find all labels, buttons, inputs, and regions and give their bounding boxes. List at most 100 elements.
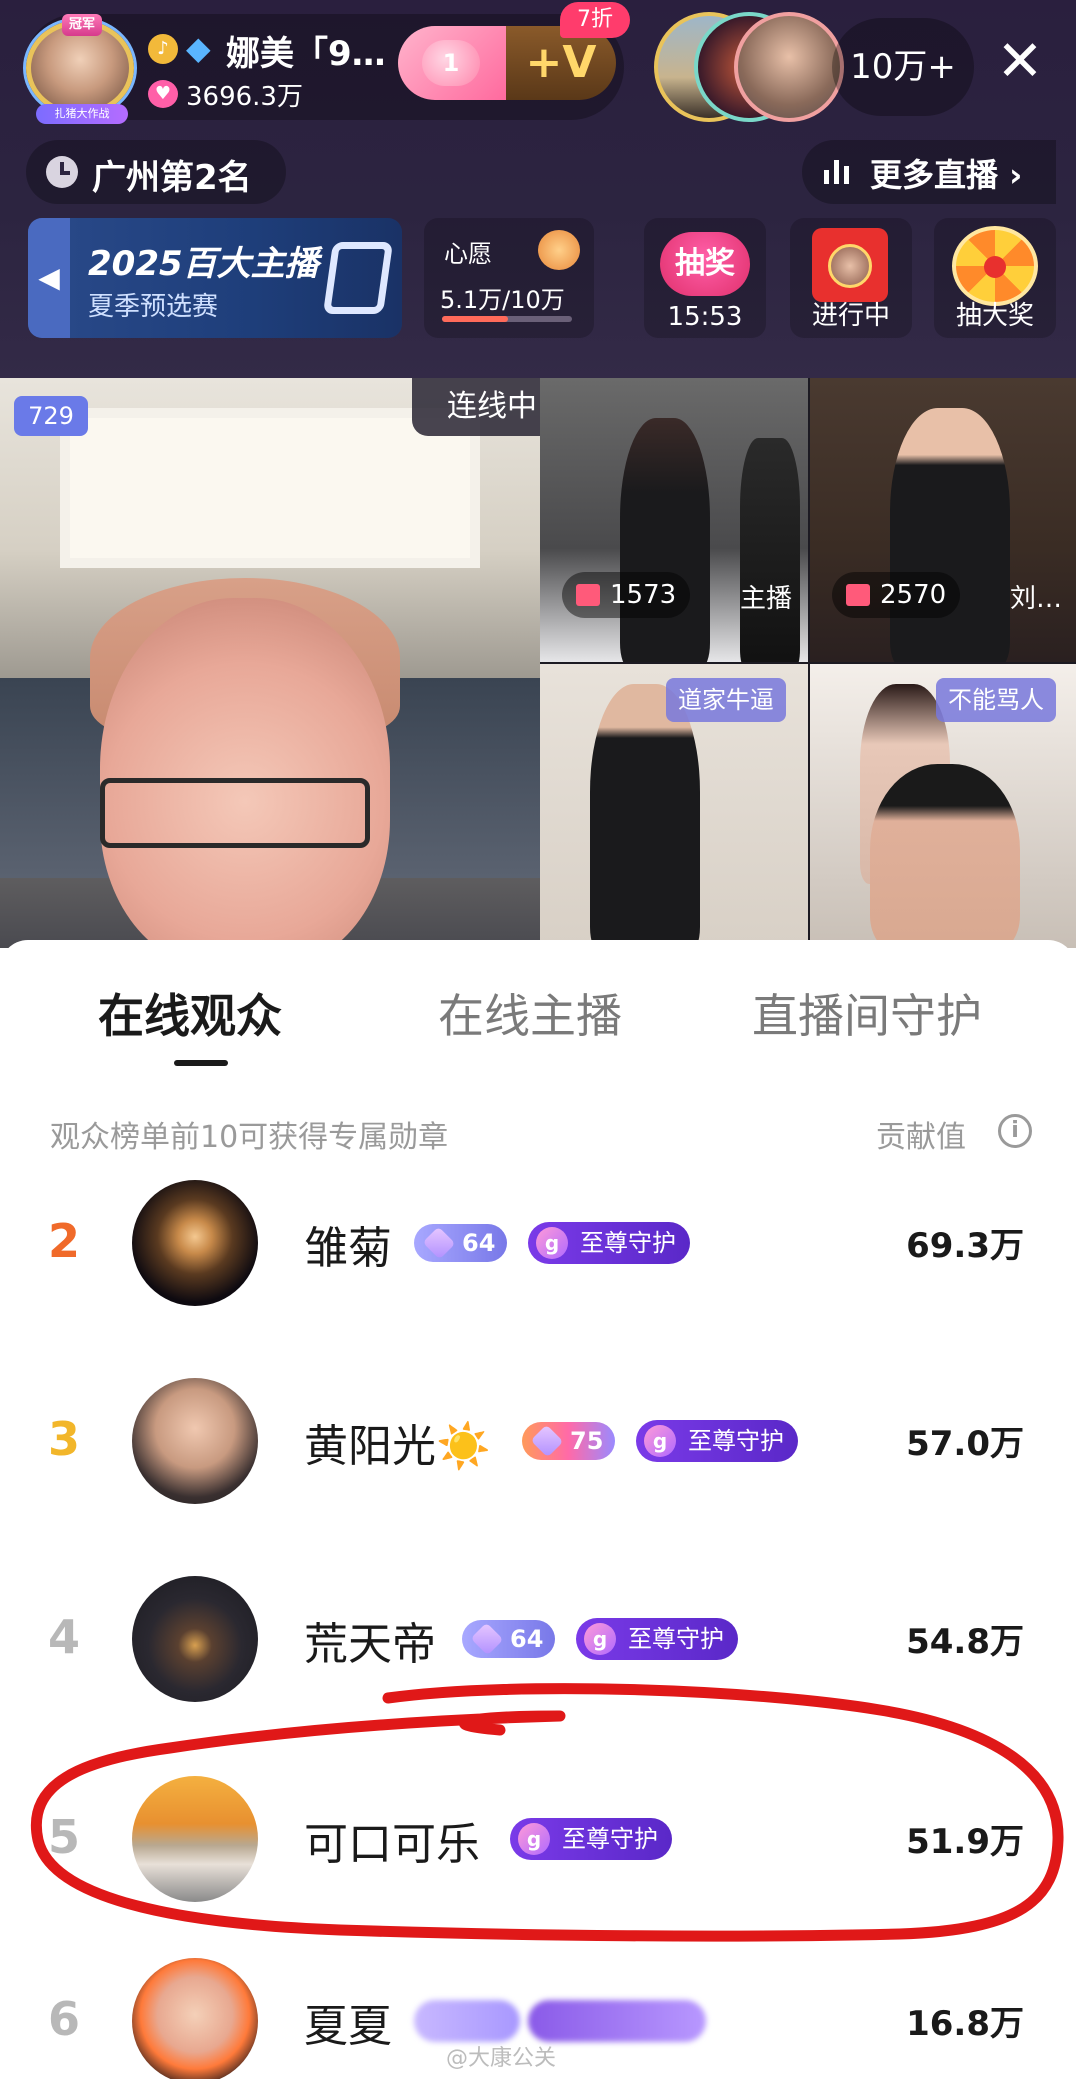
- contribution-score: 16.8万: [906, 2004, 1024, 2044]
- viewer-count-button[interactable]: 10万+: [832, 18, 974, 116]
- level-badge: 64: [462, 1620, 556, 1658]
- avatar[interactable]: [132, 1958, 258, 2079]
- more-live-label: 更多直播 ›: [870, 156, 1023, 194]
- gem-icon: [530, 1424, 564, 1458]
- level-badge: 75: [522, 1422, 616, 1460]
- main-video-feed[interactable]: 729: [0, 378, 540, 948]
- prize-wheel-icon: [952, 226, 1038, 306]
- user-name: 荒天帝: [304, 1619, 436, 1670]
- guard-badge: g 至尊守护: [576, 1618, 738, 1660]
- list-item[interactable]: 2 雏菊 64 g 至尊守护 69.3万: [0, 1162, 1076, 1322]
- lottery-badge: 抽奖: [660, 232, 750, 296]
- clock-icon: [46, 156, 78, 188]
- tab-room-guard[interactable]: 直播间守护: [752, 980, 982, 1046]
- anchor-likes-count: 3696.3万: [186, 82, 303, 112]
- gift-icon: [846, 584, 870, 606]
- event-title: 2025百大主播: [88, 244, 319, 284]
- avatar[interactable]: [132, 1776, 258, 1902]
- rank-number: 5: [48, 1810, 81, 1864]
- gem-icon: [470, 1622, 504, 1656]
- rank-number: 2: [48, 1214, 81, 1268]
- gift-count-pill: 2570: [832, 572, 961, 618]
- rank-number: 3: [48, 1412, 81, 1466]
- info-icon[interactable]: i: [998, 1114, 1032, 1148]
- wish-pig-icon: [538, 230, 580, 270]
- more-live-button[interactable]: 更多直播 ›: [802, 140, 1056, 204]
- list-item[interactable]: 5 可口可乐 g 至尊守护 51.9万: [0, 1758, 1076, 1918]
- user-name: 黄阳光☀️: [304, 1421, 491, 1472]
- avatar[interactable]: [132, 1180, 258, 1306]
- wish-progress-text: 5.1万/10万: [440, 286, 565, 314]
- guest-video-tile[interactable]: 不能骂人: [810, 664, 1076, 948]
- guard-badge: g 至尊守护: [510, 1818, 672, 1860]
- bar-chart-icon: [824, 160, 852, 184]
- user-name: 夏夏: [304, 2001, 392, 2052]
- chevron-left-icon[interactable]: ◀: [28, 218, 70, 338]
- red-packet-button[interactable]: 进行中: [790, 218, 912, 338]
- audience-sheet: 在线观众 在线主播 直播间守护 观众榜单前10可获得专属勋章 贡献值 i 2 雏…: [0, 940, 1076, 2079]
- room-number-badge: 729: [14, 396, 88, 436]
- lottery-countdown: 15:53: [667, 302, 743, 332]
- dolphin-icon: ◆: [186, 29, 211, 67]
- guest-video-tile[interactable]: 2570 刘…: [810, 378, 1076, 662]
- event-logo-icon: [322, 242, 394, 314]
- event-banner[interactable]: ◀ 2025百大主播 夏季预选赛: [28, 218, 402, 338]
- watermark: @大康公关: [446, 2046, 557, 2071]
- multi-link-video-area: 729 连线中 00:46 1573 主播 2570 刘… 道家牛逼 不能骂人: [0, 378, 1076, 948]
- guest-video-tile[interactable]: 道家牛逼: [540, 664, 808, 948]
- tab-online-anchors[interactable]: 在线主播: [438, 980, 622, 1046]
- big-prize-button[interactable]: 抽大奖: [934, 218, 1056, 338]
- guard-badge: g 至尊守护: [636, 1420, 798, 1462]
- tile-name-label: 刘…: [1009, 584, 1062, 614]
- anchor-avatar[interactable]: 冠军 扎猪大作战: [24, 14, 138, 124]
- guard-g-icon: g: [536, 1227, 568, 1259]
- heart-icon: ♥: [148, 80, 178, 108]
- wish-progress-fill: [442, 316, 509, 322]
- contribution-score: 57.0万: [906, 1424, 1024, 1464]
- contribution-label: 贡献值: [876, 1120, 966, 1155]
- guard-badge: g 至尊守护: [528, 1222, 690, 1264]
- anchor-name[interactable]: 娜美「9…: [226, 26, 386, 75]
- user-name: 雏菊: [304, 1223, 392, 1274]
- fan-club-tag: 扎猪大作战: [36, 104, 128, 124]
- tile-name-label: 主播: [739, 584, 792, 614]
- contribution-score: 54.8万: [906, 1622, 1024, 1662]
- blurred-guard-badge: [528, 2000, 706, 2042]
- big-prize-label: 抽大奖: [955, 301, 1034, 331]
- tile-tag: 不能骂人: [936, 678, 1056, 722]
- leaderboard-hint: 观众榜单前10可获得专属勋章: [50, 1120, 449, 1155]
- champion-tag: 冠军: [62, 14, 102, 36]
- list-item[interactable]: 3 黄阳光☀️ 75 g 至尊守护 57.0万: [0, 1360, 1076, 1520]
- lottery-button[interactable]: 抽奖 15:53: [644, 218, 766, 338]
- wish-progress-bar: [442, 316, 572, 322]
- viewer-avatar: [734, 12, 844, 122]
- user-name: 可口可乐: [304, 1819, 480, 1870]
- fan-heart-button[interactable]: 1: [398, 26, 506, 100]
- tab-online-audience[interactable]: 在线观众: [98, 980, 282, 1046]
- active-tab-indicator: [174, 1060, 228, 1066]
- close-icon[interactable]: ✕: [984, 22, 1056, 102]
- level-badge: 64: [414, 1224, 508, 1262]
- city-rank-pill[interactable]: 广州第2名: [26, 140, 286, 204]
- red-packet-icon: [812, 228, 888, 302]
- contribution-score: 51.9万: [906, 1822, 1024, 1862]
- tile-tag: 道家牛逼: [666, 678, 786, 722]
- rank-number: 4: [48, 1610, 81, 1664]
- fan-heart-level: 1: [422, 40, 480, 86]
- wish-widget[interactable]: 心愿 5.1万/10万: [424, 218, 594, 338]
- guard-g-icon: g: [644, 1425, 676, 1457]
- top-viewers-avatars[interactable]: [654, 12, 844, 122]
- city-rank-text: 广州第2名: [92, 158, 252, 198]
- red-packet-status: 进行中: [811, 301, 890, 331]
- guest-video-tile[interactable]: 1573 主播: [540, 378, 808, 662]
- list-item[interactable]: 4 荒天帝 64 g 至尊守护 54.8万: [0, 1558, 1076, 1718]
- blurred-level-badge: [414, 2000, 520, 2042]
- gift-icon: [576, 584, 600, 606]
- guard-g-icon: g: [584, 1623, 616, 1655]
- gift-count-pill: 1573: [562, 572, 691, 618]
- avatar[interactable]: [132, 1378, 258, 1504]
- wish-title: 心愿: [444, 240, 492, 268]
- contribution-score: 69.3万: [906, 1226, 1024, 1266]
- avatar[interactable]: [132, 1576, 258, 1702]
- guard-g-icon: g: [518, 1823, 550, 1855]
